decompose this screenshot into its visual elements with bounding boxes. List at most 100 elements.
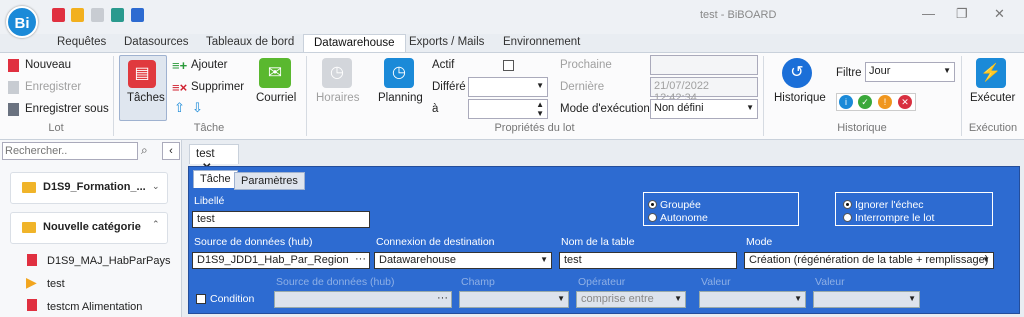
nouveau-button[interactable]: Nouveau bbox=[25, 59, 71, 71]
source-field[interactable]: D1S9_JDD1_Hab_Par_Region ··· bbox=[192, 252, 370, 269]
mode-dropdown[interactable]: Création (régénération de la table + rem… bbox=[744, 252, 994, 269]
differe-dropdown[interactable]: ▼ bbox=[468, 77, 548, 97]
operateur-value: comprise entre bbox=[581, 293, 654, 305]
executer-button[interactable]: Exécuter bbox=[970, 92, 1015, 104]
category-label: D1S9_Formation_... bbox=[43, 181, 146, 193]
delete-icon: ≡× bbox=[172, 80, 188, 95]
autonome-radio[interactable] bbox=[648, 213, 657, 222]
champ-label: Champ bbox=[461, 276, 495, 288]
filtre-dropdown[interactable]: Jour ▼ bbox=[865, 62, 955, 82]
mode-execution-value: Non défini bbox=[654, 102, 704, 114]
chevron-up-icon[interactable]: ⌃ bbox=[152, 219, 160, 230]
autonome-label: Autonome bbox=[660, 212, 708, 224]
derniere-field: 21/07/2022 12:42:34 bbox=[650, 77, 758, 104]
play-icon: ▶ bbox=[26, 274, 37, 290]
actif-label: Actif bbox=[432, 59, 455, 71]
restore-button[interactable]: ❐ bbox=[956, 6, 968, 22]
list-item[interactable]: D1S9_MAJ_HabParPays bbox=[47, 255, 171, 267]
mode-value: Création (régénération de la table + rem… bbox=[749, 254, 989, 266]
tab-parametres[interactable]: Paramètres bbox=[234, 172, 305, 190]
enregistrer-button[interactable]: Enregistrer bbox=[25, 81, 81, 93]
window-title: test - BiBOARD bbox=[700, 9, 777, 21]
libelle-label: Libellé bbox=[194, 195, 225, 207]
historique-button[interactable]: Historique bbox=[774, 92, 826, 104]
valeur1-label: Valeur bbox=[701, 276, 731, 288]
proprietes-group-label: Propriétés du lot bbox=[494, 122, 575, 134]
save-icon[interactable] bbox=[91, 8, 104, 22]
success-filter-icon[interactable]: ✓ bbox=[858, 95, 872, 109]
minimize-button[interactable]: — bbox=[922, 6, 935, 21]
new-folder-icon[interactable] bbox=[71, 8, 84, 22]
tab-datasources[interactable]: Datasources bbox=[124, 36, 189, 48]
binoculars-icon[interactable]: ⌕ bbox=[141, 143, 148, 158]
window-icon[interactable] bbox=[131, 8, 144, 22]
lot-red-icon bbox=[27, 299, 37, 311]
add-icon: ≡+ bbox=[172, 58, 188, 73]
champ-dropdown: ▼ bbox=[459, 291, 569, 308]
new-file-icon[interactable] bbox=[52, 8, 65, 22]
close-window-button[interactable]: ✕ bbox=[994, 6, 1005, 22]
list-item[interactable]: testcm Alimentation bbox=[47, 301, 142, 313]
mode-execution-dropdown[interactable]: Non défini ▼ bbox=[650, 99, 758, 119]
ribbon-tabs: Requêtes Datasources Tableaux de bord Da… bbox=[0, 34, 1024, 53]
tache-group-label: Tâche bbox=[193, 122, 225, 134]
libelle-input[interactable]: test bbox=[192, 211, 370, 228]
a-label: à bbox=[432, 103, 439, 115]
ajouter-button[interactable]: Ajouter bbox=[191, 59, 227, 71]
more-icon[interactable]: ··· bbox=[355, 253, 366, 265]
table-input[interactable]: test bbox=[559, 252, 737, 269]
tab-datawarehouse[interactable]: Datawarehouse bbox=[303, 34, 406, 53]
lightning-icon: ⚡ bbox=[976, 58, 1006, 88]
connexion-dropdown[interactable]: Datawarehouse ▼ bbox=[374, 252, 552, 269]
clipboard-icon: ▤ bbox=[128, 60, 156, 88]
list-item[interactable]: test bbox=[47, 278, 65, 290]
error-filter-icon[interactable]: ✕ bbox=[898, 95, 912, 109]
planning-button[interactable]: Planning bbox=[378, 92, 423, 104]
planning-clock-icon: ◷ bbox=[384, 58, 414, 88]
history-icon: ↺ bbox=[782, 58, 812, 88]
export-icon[interactable] bbox=[111, 8, 124, 22]
chevron-down-icon[interactable]: ⌄ bbox=[152, 181, 160, 192]
tab-tableaux-de-bord[interactable]: Tableaux de bord bbox=[206, 36, 294, 48]
actif-checkbox[interactable] bbox=[503, 60, 514, 71]
table-label: Nom de la table bbox=[561, 236, 635, 248]
execution-group-label: Exécution bbox=[968, 122, 1018, 134]
a-time-spinner[interactable]: ▲ ▼ bbox=[468, 99, 548, 119]
ignorer-label: Ignorer l'échec bbox=[855, 199, 924, 211]
prochaine-label: Prochaine bbox=[560, 59, 612, 71]
interrompre-radio[interactable] bbox=[843, 213, 852, 222]
lot-red-icon bbox=[27, 254, 37, 266]
folder-icon bbox=[22, 222, 36, 233]
supprimer-button[interactable]: Supprimer bbox=[191, 81, 244, 93]
filtre-value: Jour bbox=[869, 65, 891, 77]
ignorer-radio[interactable] bbox=[843, 200, 852, 209]
groupee-label: Groupée bbox=[660, 199, 701, 211]
collapse-panel-button[interactable]: ‹ bbox=[162, 142, 180, 160]
category-label: Nouvelle catégorie bbox=[43, 221, 141, 233]
condition-checkbox[interactable] bbox=[196, 294, 206, 304]
source-value: D1S9_JDD1_Hab_Par_Region bbox=[197, 254, 349, 266]
horaires-button[interactable]: Horaires bbox=[316, 92, 359, 104]
groupee-radio[interactable] bbox=[648, 200, 657, 209]
tab-tache[interactable]: Tâche bbox=[193, 170, 238, 188]
search-input[interactable] bbox=[2, 142, 138, 160]
operateur-dropdown: comprise entre ▼ bbox=[576, 291, 686, 308]
courriel-button[interactable]: Courriel bbox=[256, 92, 296, 104]
condition-label: Condition bbox=[210, 293, 255, 305]
source-label: Source de données (hub) bbox=[194, 236, 313, 248]
tab-environnement[interactable]: Environnement bbox=[503, 36, 580, 48]
move-down-icon[interactable]: ⇩ bbox=[192, 100, 203, 116]
document-tab[interactable]: test ✕ bbox=[189, 144, 239, 174]
info-filter-icon[interactable]: i bbox=[839, 95, 853, 109]
historique-group-label: Historique bbox=[837, 122, 887, 134]
tab-exports-mails[interactable]: Exports / Mails bbox=[409, 36, 484, 48]
mode-label: Mode bbox=[746, 236, 773, 248]
enregistrer-sous-button[interactable]: Enregistrer sous bbox=[25, 103, 109, 115]
connexion-label: Connexion de destination bbox=[376, 236, 495, 248]
interrompre-label: Interrompre le lot bbox=[855, 212, 935, 224]
warning-filter-icon[interactable]: ! bbox=[878, 95, 892, 109]
cond-source-field: ··· bbox=[274, 291, 452, 308]
move-up-icon[interactable]: ⇧ bbox=[174, 100, 185, 116]
tab-requetes[interactable]: Requêtes bbox=[57, 36, 106, 48]
clock-disabled-icon: ◷ bbox=[322, 58, 352, 88]
